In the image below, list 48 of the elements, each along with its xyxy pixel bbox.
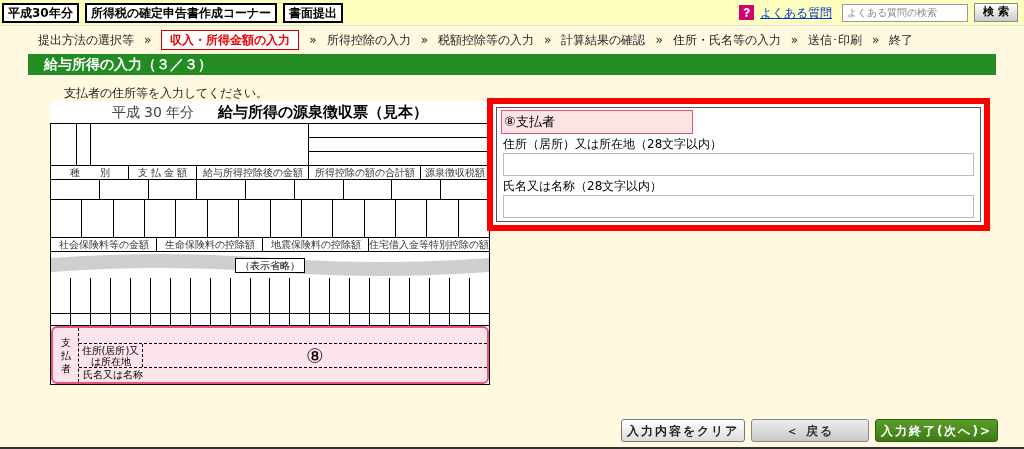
- clear-button[interactable]: 入力内容をクリア: [620, 419, 745, 442]
- slip-column-label: 地震保険料の控除額: [270, 238, 361, 251]
- header-badge: 平成30年分: [2, 2, 79, 23]
- slip-column-label: 住宅借入金等特別控除の額: [369, 238, 489, 251]
- payer-label: 支払者: [60, 335, 71, 375]
- slip-column-label: 所得控除の額の合計額: [314, 166, 415, 179]
- instruction-text: 支払者の住所等を入力してください。: [64, 86, 268, 100]
- address-label: 住所(居所)又は所在地: [80, 344, 141, 367]
- slip-title: 給与所得の源泉徴収票（見本）: [218, 101, 429, 123]
- next-button[interactable]: 入力終了(次へ)>: [874, 419, 998, 442]
- panel-heading: ⑧支払者: [501, 110, 693, 134]
- step-label: 住所・氏名等の入力: [672, 32, 781, 49]
- step-separator: »: [544, 32, 552, 49]
- back-button[interactable]: ＜ 戻る: [750, 419, 869, 442]
- step-label: 収入・所得金額の入力: [161, 30, 300, 50]
- section-title: 給与所得の入力（３／３）: [44, 55, 212, 74]
- help-icon: [739, 5, 755, 20]
- search-field[interactable]: よくある質問の検索: [842, 3, 969, 22]
- field-label: 氏名又は名称（28文字以内）: [502, 178, 664, 195]
- slip-column-label: 支 払 金 額: [137, 166, 188, 179]
- slip-column-label: 源泉徴収税額: [425, 166, 485, 179]
- step-separator: »: [420, 32, 429, 49]
- omitted-label: （表示省略）: [235, 257, 305, 273]
- step-separator: »: [144, 32, 152, 49]
- name-label: 氏名又は名称: [82, 368, 144, 382]
- field-label: 住所（居所）又は所在地（28文字以内）: [502, 136, 724, 153]
- step-label: 計算結果の確認: [561, 32, 646, 49]
- step-separator: »: [790, 32, 799, 49]
- step-separator: »: [309, 32, 317, 49]
- text-input[interactable]: [503, 195, 974, 218]
- step-label: 所得控除の入力: [326, 32, 411, 49]
- step-separator: »: [872, 32, 880, 49]
- search-button[interactable]: 検 索: [974, 3, 1018, 22]
- step-separator: »: [655, 32, 663, 49]
- header-badge: 書面提出: [282, 2, 343, 23]
- slip-column-label: 社会保険料等の金額: [58, 238, 149, 251]
- step-label: 終了: [889, 32, 914, 49]
- slip-year: 平成 30 年分: [111, 102, 195, 122]
- faq-link[interactable]: よくある質問: [760, 3, 833, 22]
- step-label: 税額控除等の入力: [438, 32, 535, 49]
- header-badge: 所得税の確定申告書作成コーナー: [84, 2, 277, 23]
- slip-column-label: 種 別: [69, 166, 110, 179]
- slip-column-label: 給与所得控除後の金額: [202, 166, 303, 179]
- text-input[interactable]: [503, 153, 974, 176]
- payer-marker: ⑧: [306, 345, 324, 366]
- step-label: 提出方法の選択等: [38, 32, 134, 49]
- step-label: 送信･印刷: [808, 32, 863, 49]
- slip-column-label: 生命保険料の控除額: [164, 238, 255, 251]
